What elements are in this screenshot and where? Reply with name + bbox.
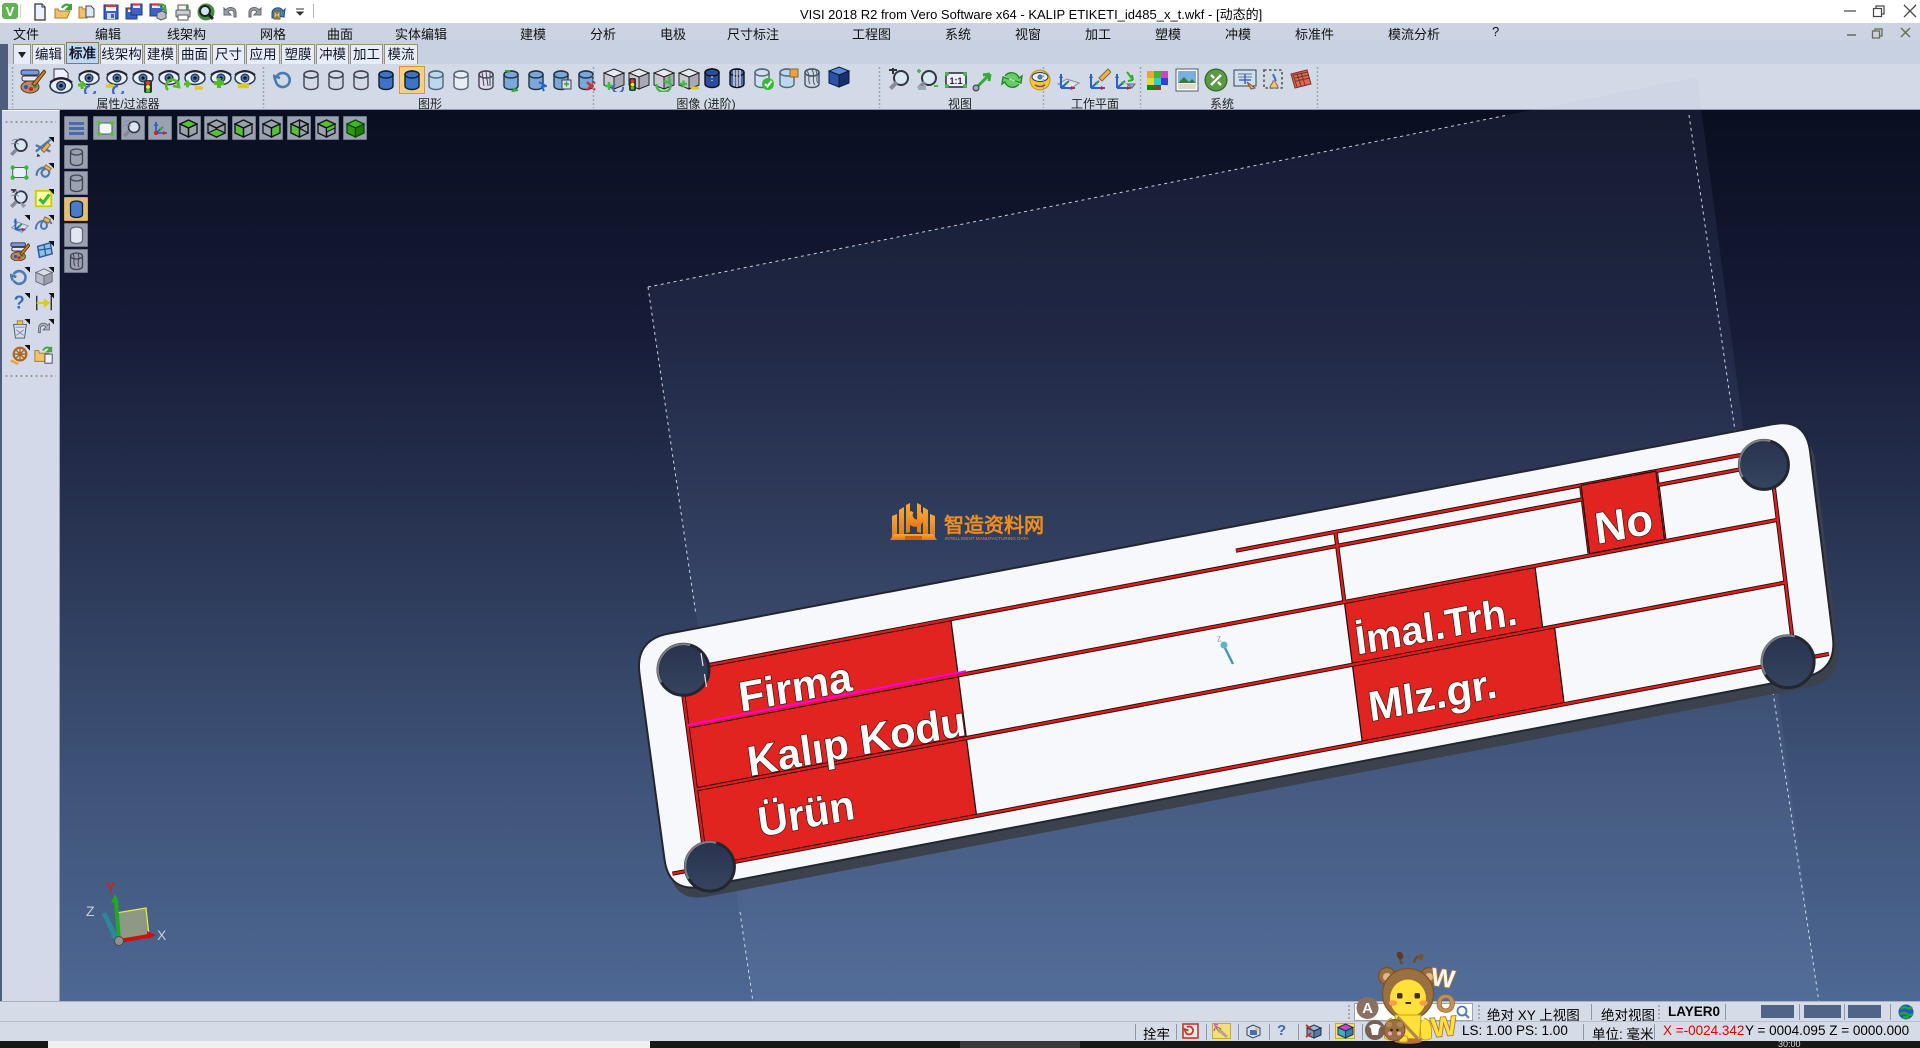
svg-text:W: W [1430, 1011, 1459, 1044]
svg-text:A: A [1362, 1000, 1373, 1017]
svg-text:智造资料网: 智造资料网 [944, 513, 1044, 537]
svg-text:W: W [1429, 963, 1457, 994]
svg-text:INTELLIGENT MANUFACTURING DATA: INTELLIGENT MANUFACTURING DATA [945, 536, 1030, 541]
svg-text:Z: Z [86, 903, 95, 919]
svg-text:X: X [157, 927, 167, 943]
svg-text:Y: Y [106, 879, 116, 895]
